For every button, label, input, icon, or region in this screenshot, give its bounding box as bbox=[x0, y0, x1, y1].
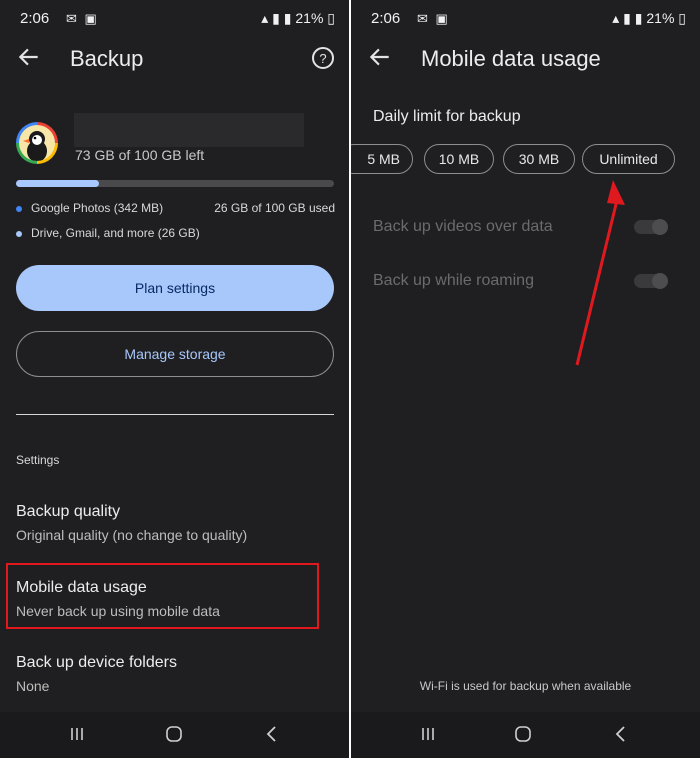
backup-quality-item[interactable]: Backup quality Original quality (no chan… bbox=[16, 503, 247, 543]
legend-drive-label: Drive, Gmail, and more (26 GB) bbox=[31, 226, 200, 240]
notification-icons: ✉ ▣ bbox=[417, 11, 450, 26]
back-arrow-icon[interactable] bbox=[367, 44, 393, 70]
mobile-data-usage-screen: 2:06 ✉ ▣ ▴ ▮ ▮ 21% ▯ Mobile data usage D… bbox=[351, 0, 700, 758]
setting-subtitle: None bbox=[16, 678, 50, 694]
chip-5mb[interactable]: 5 MB bbox=[351, 144, 413, 174]
redacted-account bbox=[74, 113, 304, 147]
recents-icon[interactable] bbox=[416, 722, 440, 746]
status-right: ▴ ▮ ▮ 21% ▯ bbox=[612, 10, 686, 27]
chip-10mb[interactable]: 10 MB bbox=[424, 144, 494, 174]
divider bbox=[16, 414, 334, 415]
roaming-label: Back up while roaming bbox=[373, 272, 534, 289]
system-nav-bar bbox=[0, 712, 349, 758]
notification-icons: ✉ ▣ bbox=[66, 11, 99, 26]
roaming-toggle[interactable] bbox=[634, 273, 668, 289]
daily-limit-label: Daily limit for backup bbox=[373, 108, 521, 125]
backup-screen: 2:06 ✉ ▣ ▴ ▮ ▮ 21% ▯ Backup ? 73 GB of 1… bbox=[0, 0, 349, 758]
setting-title: Back up device folders bbox=[16, 654, 177, 671]
legend-photos-label: Google Photos (342 MB) bbox=[31, 201, 164, 215]
storage-used: 26 GB of 100 GB used bbox=[214, 201, 335, 215]
avatar[interactable] bbox=[16, 122, 58, 164]
videos-over-data-toggle[interactable] bbox=[634, 219, 668, 235]
status-time: 2:06 bbox=[371, 10, 401, 27]
signal-icons: ▴ ▮ ▮ bbox=[612, 10, 647, 26]
legend-drive: Drive, Gmail, and more (26 GB) bbox=[16, 226, 200, 240]
app-bar: Backup ? bbox=[0, 36, 349, 82]
recents-icon[interactable] bbox=[65, 722, 89, 746]
page-title: Mobile data usage bbox=[421, 46, 601, 71]
toggle-knob bbox=[652, 273, 668, 289]
svg-text:?: ? bbox=[319, 51, 326, 66]
signal-icons: ▴ ▮ ▮ bbox=[261, 10, 296, 26]
storage-bar bbox=[16, 180, 334, 187]
photos-dot-icon bbox=[16, 205, 22, 212]
battery-text: 21% bbox=[295, 10, 324, 26]
home-icon[interactable] bbox=[162, 722, 186, 746]
puffin-icon bbox=[23, 131, 47, 161]
videos-over-data-label: Back up videos over data bbox=[373, 218, 553, 235]
highlight-box bbox=[6, 563, 319, 629]
storage-bar-fill bbox=[16, 180, 99, 187]
wifi-footnote: Wi-Fi is used for backup when available bbox=[419, 679, 632, 693]
page-title: Backup bbox=[70, 46, 144, 71]
drive-dot-icon bbox=[16, 230, 22, 237]
backup-device-folders-item[interactable]: Back up device folders None bbox=[16, 654, 177, 694]
status-right: ▴ ▮ ▮ 21% ▯ bbox=[261, 10, 335, 27]
battery-icon: ▯ bbox=[674, 10, 686, 26]
home-icon[interactable] bbox=[511, 722, 535, 746]
setting-subtitle: Original quality (no change to quality) bbox=[16, 527, 248, 543]
chip-unlimited[interactable]: Unlimited bbox=[582, 144, 675, 174]
legend-photos: Google Photos (342 MB) bbox=[16, 201, 163, 215]
manage-storage-button[interactable]: Manage storage bbox=[16, 331, 334, 377]
back-icon[interactable] bbox=[260, 722, 284, 746]
help-icon[interactable]: ? bbox=[311, 46, 335, 70]
status-bar: 2:06 ✉ ▣ ▴ ▮ ▮ 21% ▯ bbox=[0, 0, 349, 36]
battery-icon: ▯ bbox=[323, 10, 335, 26]
settings-heading: Settings bbox=[16, 453, 60, 467]
system-nav-bar bbox=[351, 712, 700, 758]
status-time: 2:06 bbox=[20, 10, 50, 27]
back-arrow-icon[interactable] bbox=[16, 44, 42, 70]
back-icon[interactable] bbox=[609, 722, 633, 746]
battery-text: 21% bbox=[646, 10, 675, 26]
status-bar: 2:06 ✉ ▣ ▴ ▮ ▮ 21% ▯ bbox=[351, 0, 700, 36]
setting-title: Backup quality bbox=[16, 503, 121, 520]
storage-remaining: 73 GB of 100 GB left bbox=[75, 147, 205, 163]
toggle-knob bbox=[652, 219, 668, 235]
plan-settings-button[interactable]: Plan settings bbox=[16, 265, 334, 311]
chip-30mb[interactable]: 30 MB bbox=[503, 144, 575, 174]
app-bar: Mobile data usage bbox=[351, 36, 700, 82]
